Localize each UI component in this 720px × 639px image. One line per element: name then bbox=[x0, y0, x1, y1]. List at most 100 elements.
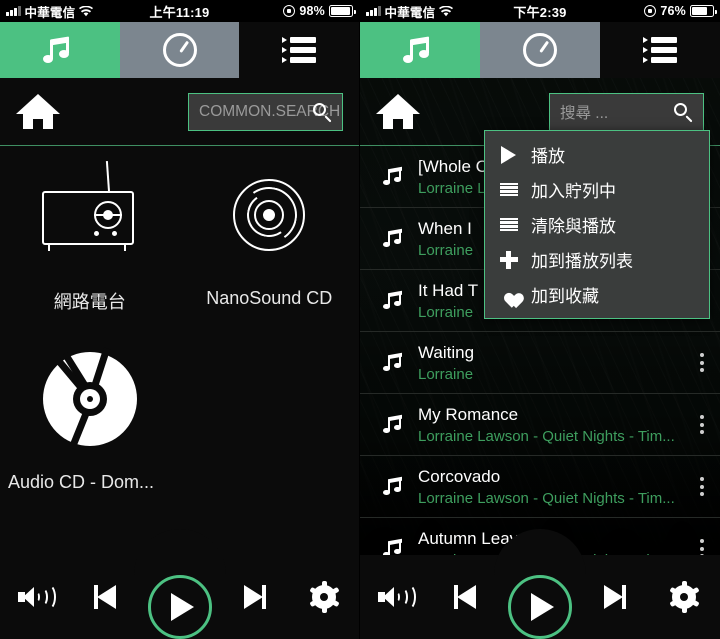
music-note-icon bbox=[370, 352, 418, 374]
status-bar: 中華電信 上午11:19 98% bbox=[0, 0, 359, 22]
home-icon[interactable] bbox=[16, 93, 60, 130]
search-input[interactable]: COMMON.SEARCH bbox=[188, 92, 343, 131]
track-title: Waiting bbox=[418, 342, 475, 362]
browse-row-1: 網路電台 NanoSound CD bbox=[0, 146, 359, 314]
play-button[interactable] bbox=[148, 575, 212, 639]
search-input[interactable]: 搜尋 ... bbox=[549, 92, 704, 131]
tab-list[interactable] bbox=[239, 22, 359, 78]
knob-dial-icon bbox=[162, 33, 197, 67]
cd-disc-icon bbox=[43, 344, 137, 454]
play-button[interactable] bbox=[508, 575, 572, 639]
track-subtitle: Lorraine bbox=[418, 365, 474, 383]
volume-button[interactable] bbox=[0, 583, 72, 611]
search-icon[interactable] bbox=[674, 102, 694, 123]
track-overflow-menu-button[interactable] bbox=[684, 539, 720, 555]
music-note-icon bbox=[403, 35, 437, 65]
track-meta: Corcovado Lorraine Lawson - Quiet Nights… bbox=[418, 467, 684, 507]
play-icon bbox=[531, 593, 554, 621]
right-screen: 中華電信 下午2:39 76% 搜尋 ... [Whole CD] Lorrai… bbox=[360, 0, 720, 639]
music-note-icon bbox=[42, 35, 77, 65]
volume-icon bbox=[18, 583, 56, 611]
tab-knob[interactable] bbox=[480, 22, 600, 78]
browse-item-radio[interactable]: 網路電台 bbox=[0, 146, 180, 314]
track-overflow-menu-button[interactable] bbox=[684, 353, 720, 372]
context-menu: 播放 加入貯列中 清除與播放 加到播放列表 加到收藏 bbox=[484, 130, 710, 319]
tab-list[interactable] bbox=[600, 22, 720, 78]
settings-button[interactable] bbox=[288, 581, 359, 613]
track-overflow-menu-button[interactable] bbox=[684, 415, 720, 434]
settings-button[interactable] bbox=[648, 581, 720, 613]
menu-item-add-to-favorites[interactable]: 加到收藏 bbox=[485, 277, 709, 312]
track-list-panel: 搜尋 ... [Whole CD] Lorraine Lawson - Quie… bbox=[360, 78, 720, 555]
table-row[interactable]: Waiting Lorraine bbox=[360, 332, 720, 394]
player-bar bbox=[0, 529, 359, 639]
next-button[interactable] bbox=[216, 583, 288, 611]
play-icon bbox=[171, 593, 194, 621]
track-overflow-menu-button[interactable] bbox=[684, 477, 720, 496]
wifi-icon bbox=[79, 5, 94, 17]
next-track-icon bbox=[238, 583, 266, 611]
volume-icon bbox=[378, 583, 416, 611]
menu-item-label: 播放 bbox=[531, 147, 565, 166]
browse-grid: 網路電台 NanoSound CD Audio CD - Dom... bbox=[0, 146, 359, 555]
next-track-icon bbox=[598, 583, 626, 611]
menu-item-label: 加入貯列中 bbox=[531, 182, 616, 201]
music-note-icon bbox=[370, 538, 418, 555]
music-note-icon bbox=[370, 476, 418, 498]
wifi-icon bbox=[439, 5, 454, 17]
search-placeholder: 搜尋 ... bbox=[560, 104, 609, 122]
browse-item-audiocd[interactable]: Audio CD - Dom... bbox=[0, 330, 180, 493]
tab-knob[interactable] bbox=[119, 22, 240, 78]
status-bar: 中華電信 下午2:39 76% bbox=[360, 0, 720, 22]
status-right: 76% bbox=[644, 4, 717, 18]
gear-icon bbox=[668, 581, 700, 613]
clear-list-icon bbox=[499, 217, 518, 232]
track-meta: My Romance Lorraine Lawson - Quiet Night… bbox=[418, 405, 684, 445]
tab-bar bbox=[0, 22, 359, 78]
browse-item-label: 網路電台 bbox=[53, 292, 126, 312]
previous-button[interactable] bbox=[72, 583, 144, 611]
rotation-lock-icon bbox=[644, 5, 657, 17]
next-button[interactable] bbox=[576, 583, 648, 611]
track-subtitle: Lorraine Lawson - Quiet Nights - Tim... bbox=[418, 489, 675, 507]
home-icon[interactable] bbox=[376, 93, 420, 130]
rotation-lock-icon bbox=[283, 5, 296, 17]
menu-item-add-to-queue[interactable]: 加入貯列中 bbox=[485, 172, 709, 207]
carrier-label: 中華電信 bbox=[384, 5, 436, 20]
carrier-label: 中華電信 bbox=[24, 5, 76, 20]
browse-item-label: NanoSound CD bbox=[206, 288, 333, 308]
track-meta: Waiting Lorraine bbox=[418, 343, 684, 383]
menu-item-add-to-playlist[interactable]: 加到播放列表 bbox=[485, 242, 709, 277]
list-menu-icon bbox=[282, 37, 317, 63]
track-title: My Romance bbox=[418, 404, 519, 424]
signal-strength-icon bbox=[366, 6, 381, 16]
browse-item-nanosound[interactable]: NanoSound CD bbox=[180, 146, 360, 314]
music-note-icon bbox=[370, 166, 418, 188]
status-left: 中華電信 bbox=[366, 2, 454, 21]
battery-percent-label: 98% bbox=[299, 4, 325, 18]
queue-list-icon bbox=[499, 182, 518, 197]
track-title: Corcovado bbox=[418, 466, 501, 486]
left-screen: 中華電信 上午11:19 98% COMMON.SEARCH 網路電台 Nano… bbox=[0, 0, 360, 639]
menu-item-label: 加到播放列表 bbox=[531, 252, 633, 271]
tab-music[interactable] bbox=[0, 22, 120, 78]
volume-button[interactable] bbox=[360, 583, 432, 611]
search-icon[interactable] bbox=[313, 102, 333, 123]
gear-icon bbox=[308, 581, 340, 613]
tab-music[interactable] bbox=[360, 22, 480, 78]
battery-icon bbox=[690, 5, 717, 17]
play-icon bbox=[499, 145, 518, 164]
status-right: 98% bbox=[283, 4, 356, 18]
browse-header: COMMON.SEARCH bbox=[0, 78, 359, 146]
menu-item-play[interactable]: 播放 bbox=[485, 137, 709, 172]
battery-icon bbox=[329, 5, 356, 17]
menu-item-label: 清除與播放 bbox=[531, 217, 616, 236]
previous-button[interactable] bbox=[432, 583, 504, 611]
previous-track-icon bbox=[454, 583, 482, 611]
menu-item-clear-and-play[interactable]: 清除與播放 bbox=[485, 207, 709, 242]
battery-percent-label: 76% bbox=[660, 4, 686, 18]
table-row[interactable]: Corcovado Lorraine Lawson - Quiet Nights… bbox=[360, 456, 720, 518]
music-note-icon bbox=[370, 228, 418, 250]
knob-dial-icon bbox=[523, 33, 557, 67]
table-row[interactable]: My Romance Lorraine Lawson - Quiet Night… bbox=[360, 394, 720, 456]
